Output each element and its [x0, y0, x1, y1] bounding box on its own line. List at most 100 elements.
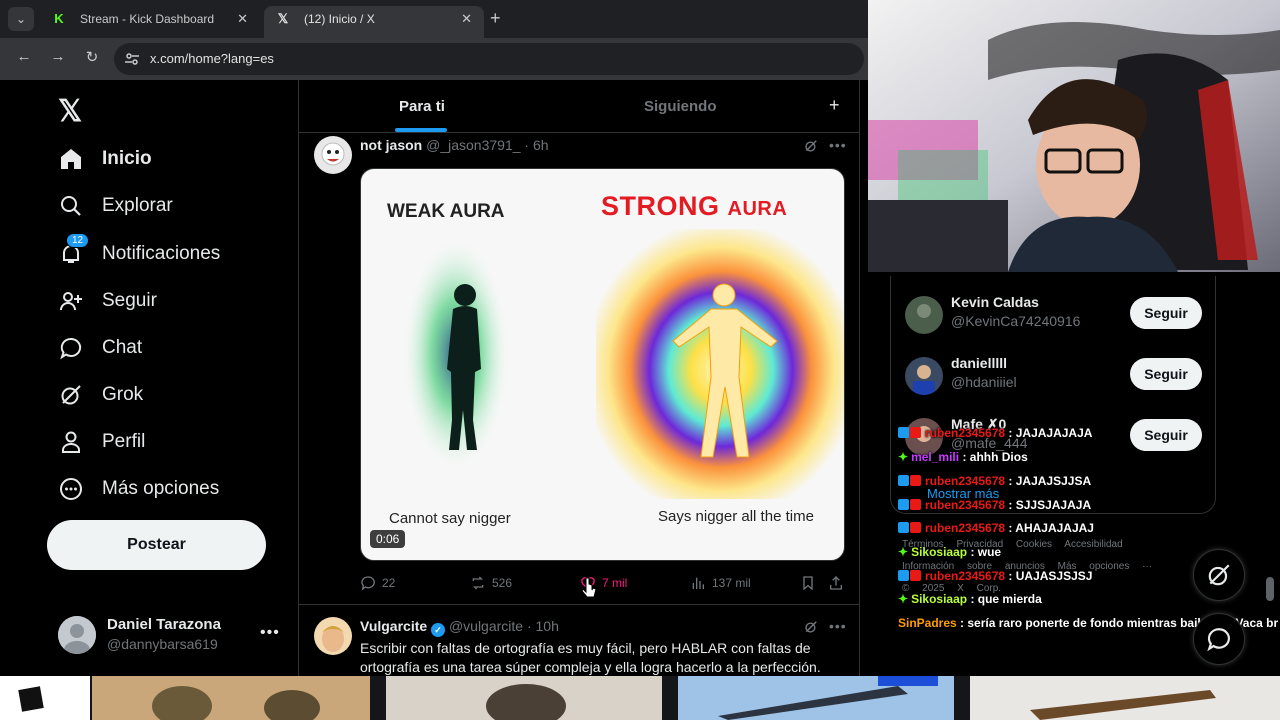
post-divider: [299, 604, 859, 605]
chat-icon: [1207, 628, 1230, 652]
chat-user: Sikosiaap: [911, 545, 968, 559]
scrollbar[interactable]: [1266, 577, 1274, 601]
right-title: STRONG AURA: [601, 191, 787, 222]
badge-icon: [898, 522, 909, 533]
follow-button[interactable]: Seguir: [1130, 358, 1202, 390]
repost-button[interactable]: 526: [470, 575, 512, 591]
avatar[interactable]: [314, 136, 352, 174]
site-info-icon[interactable]: [124, 51, 140, 67]
repost-count: 526: [492, 576, 513, 590]
nav-home[interactable]: Inicio: [58, 139, 152, 179]
new-tab-button[interactable]: +: [490, 8, 501, 29]
tab-label: Stream - Kick Dashboard: [80, 12, 215, 26]
left-caption: Cannot say nigger: [389, 510, 511, 527]
nav-explore[interactable]: Explorar: [58, 186, 173, 226]
suggestion-item[interactable]: Kevin Caldas @KevinCa74240916 Seguir: [905, 294, 1215, 340]
chat-message: ruben2345678 : JAJAJSJJSA: [898, 474, 1091, 488]
post-button[interactable]: Postear: [47, 520, 266, 570]
badge-icon: [910, 499, 921, 510]
browser-tab-bar: ⌄ K Stream - Kick Dashboard ✕ 𝕏 (12) Ini…: [0, 0, 868, 38]
reload-button[interactable]: ↻: [81, 48, 103, 66]
chat-message: ✦ mel_mili : ahhh Dios: [898, 450, 1028, 464]
close-icon[interactable]: ✕: [461, 6, 472, 32]
timeline-tabs: Para ti Siguiendo +: [299, 80, 859, 133]
tab-following[interactable]: Siguiendo: [644, 98, 717, 115]
chat-message: ✦ Sikosiaap : wue: [898, 545, 1001, 559]
badge-icon: [910, 427, 921, 438]
views-button[interactable]: 137 mil: [690, 575, 751, 591]
nav-more[interactable]: Más opciones: [58, 469, 219, 509]
badge-icon: [910, 570, 921, 581]
chat-text: : ahhh Dios: [962, 450, 1028, 464]
forward-button[interactable]: →: [47, 48, 69, 65]
add-tab-icon[interactable]: +: [829, 95, 840, 116]
nav-label: Grok: [102, 384, 144, 405]
post-author[interactable]: Vulgarcite ✓ @vulgarcite · 10h: [360, 618, 559, 637]
suggestion-item[interactable]: danielllll @hdaniiiel Seguir: [905, 355, 1215, 401]
grok-floating-button[interactable]: [1193, 549, 1245, 601]
sparkle-icon: ✦: [898, 545, 909, 559]
post-meta: @vulgarcite · 10h: [448, 618, 559, 634]
post-author[interactable]: not jason @_jason3791_ · 6h: [360, 137, 549, 153]
tab-for-you[interactable]: Para ti: [399, 98, 445, 115]
nav-label: Notificaciones: [102, 243, 221, 264]
follow-button[interactable]: Seguir: [1130, 419, 1202, 451]
grok-icon[interactable]: [804, 139, 818, 153]
chat-message: ✦ Sikosiaap : que mierda: [898, 592, 1042, 606]
nav-profile[interactable]: Perfil: [58, 422, 145, 462]
reply-button[interactable]: 22: [360, 575, 395, 591]
chat-message: ruben2345678 : AHAJAJAJAJ: [898, 521, 1094, 535]
nav-notifications[interactable]: 12 Notificaciones: [58, 233, 221, 274]
back-button[interactable]: ←: [13, 48, 35, 65]
address-bar[interactable]: x.com/home?lang=es: [114, 43, 864, 75]
x-icon: 𝕏: [277, 11, 289, 26]
chat-text: : JAJAJSJJSA: [1008, 474, 1092, 488]
bookmark-button[interactable]: [800, 575, 822, 591]
avatar: [58, 616, 96, 654]
messages-floating-button[interactable]: [1193, 613, 1245, 665]
verified-icon: ✓: [431, 623, 446, 637]
grok-icon[interactable]: [804, 620, 818, 634]
nav-chat[interactable]: Chat: [58, 328, 142, 368]
nav-label: Explorar: [102, 195, 173, 216]
webcam-image: [868, 0, 1280, 272]
notification-badge: 12: [66, 233, 90, 248]
tab-search-button[interactable]: ⌄: [8, 7, 34, 31]
avatar[interactable]: [314, 617, 352, 655]
chat-user: ruben2345678: [925, 498, 1006, 512]
more-dots-icon[interactable]: •••: [260, 624, 280, 642]
chat-message: ruben2345678 : JAJAJAJAJA: [898, 426, 1092, 440]
game-thumbnail: [386, 676, 662, 720]
grok-icon: [58, 382, 84, 408]
profile-handle: @dannybarsa619: [107, 636, 218, 652]
chat-text: : AHAJAJAJAJ: [1008, 521, 1094, 535]
close-icon[interactable]: ✕: [237, 6, 248, 32]
author-name: not jason: [360, 137, 423, 153]
nav-follow[interactable]: Seguir: [58, 281, 157, 321]
chat-icon: [58, 335, 84, 361]
more-icon: [58, 476, 84, 502]
chat-message: ruben2345678 : SJJSJAJAJA: [898, 498, 1091, 512]
account-switcher[interactable]: Daniel Tarazona @dannybarsa619 •••: [58, 614, 288, 658]
sparkle-icon: ✦: [898, 450, 909, 464]
x-logo-icon[interactable]: 𝕏: [58, 94, 82, 129]
nav-label: Inicio: [102, 148, 152, 169]
post-video[interactable]: WEAK AURA STRONG AURA Cannot say nigger …: [360, 168, 845, 561]
badge-icon: [898, 427, 909, 438]
nav-label: Chat: [102, 337, 143, 358]
game-thumbnail: [678, 676, 954, 720]
share-button[interactable]: [828, 575, 850, 591]
repost-icon: [472, 576, 484, 590]
sparkle-icon: ✦: [898, 592, 909, 606]
badge-icon: [898, 570, 909, 581]
right-caption: Says nigger all the time: [658, 508, 814, 525]
tab-x-home[interactable]: 𝕏 (12) Inicio / X ✕: [264, 6, 484, 38]
tab-kick-dashboard[interactable]: K Stream - Kick Dashboard ✕: [40, 6, 260, 38]
more-dots-icon[interactable]: •••: [829, 618, 847, 634]
badge-icon: [898, 475, 909, 486]
more-dots-icon[interactable]: •••: [829, 137, 847, 153]
nav-label: Perfil: [102, 431, 146, 452]
nav-grok[interactable]: Grok: [58, 375, 143, 415]
views-icon: [692, 577, 704, 589]
follow-button[interactable]: Seguir: [1130, 297, 1202, 329]
